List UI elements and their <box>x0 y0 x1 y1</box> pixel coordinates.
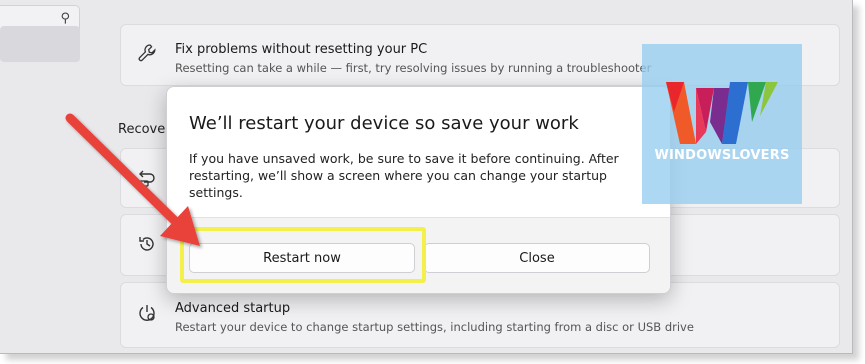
red-arrow <box>65 113 200 246</box>
settings-window: ⚲ Recover Fix problems without resetting… <box>0 0 853 354</box>
